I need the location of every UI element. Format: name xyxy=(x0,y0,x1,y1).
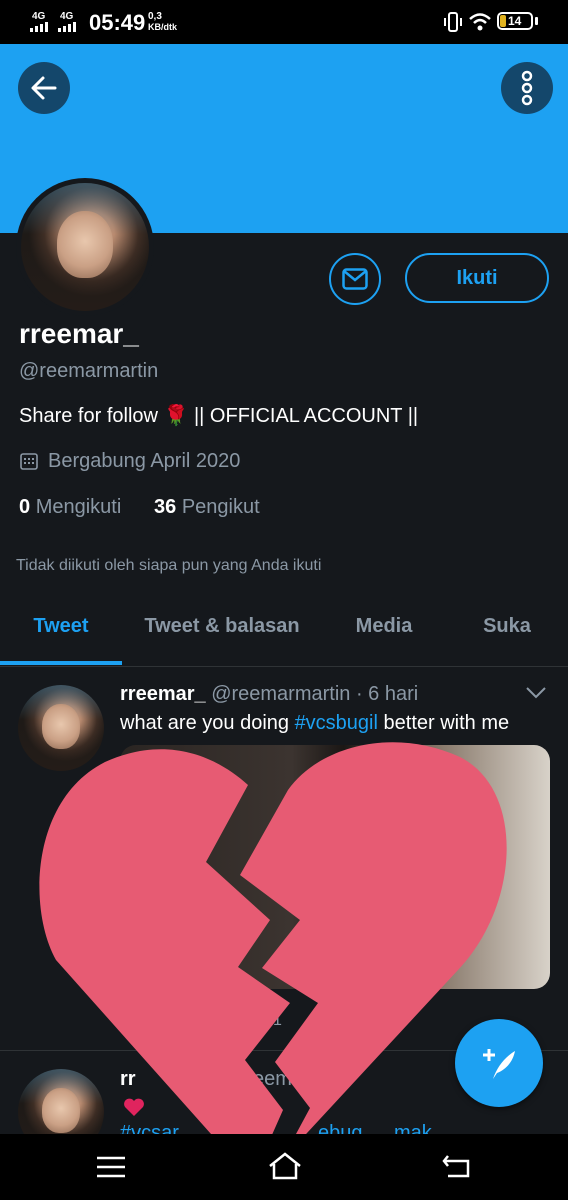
tweet-text-start: what are you doing xyxy=(120,712,295,734)
more-vertical-icon xyxy=(521,70,533,106)
retweet-icon[interactable] xyxy=(245,1014,265,1032)
network-label-2: 4G xyxy=(60,11,74,22)
vibrate-icon xyxy=(444,12,462,32)
followed-by-note: Tidak diikuti oleh siapa pun yang Anda i… xyxy=(16,557,322,574)
tweet-2-handle: @reem xyxy=(226,1068,292,1090)
speed-value: 0,3 xyxy=(148,11,162,22)
arrow-left-icon xyxy=(31,76,57,100)
tweet-author-handle: @reemarmartin xyxy=(211,683,351,705)
profile-avatar-frame[interactable] xyxy=(16,178,154,316)
following-stat[interactable]: 0 Mengikuti xyxy=(19,496,121,519)
profile-bio: Share for follow 🌹 || OFFICIAL ACCOUNT |… xyxy=(19,405,419,427)
battery-level: 14 xyxy=(508,14,522,28)
tweet-2-author-name: rr xyxy=(120,1068,136,1090)
message-button[interactable] xyxy=(329,253,381,305)
tweet-header: rreemar_ @reemarmartin · 6 hari xyxy=(120,683,418,706)
tweet-avatar[interactable] xyxy=(18,685,104,771)
network-label-1: 4G xyxy=(32,11,46,22)
compose-tweet-button[interactable] xyxy=(455,1019,543,1107)
tweet-time: · 6 hari xyxy=(355,683,419,705)
more-options-button[interactable] xyxy=(501,62,553,114)
menu-icon[interactable] xyxy=(96,1156,126,1178)
tab-tweets-replies[interactable]: Tweet & balasan xyxy=(122,615,322,638)
tweet-text: what are you doing #vcsbugil better with… xyxy=(120,712,509,735)
battery-tip xyxy=(535,17,538,25)
back-icon[interactable] xyxy=(442,1154,472,1178)
tweet-text-end: better with me xyxy=(377,712,510,734)
tab-tweet[interactable]: Tweet xyxy=(0,615,122,638)
heart-emoji-icon xyxy=(124,1098,144,1116)
join-date: Bergabung April 2020 xyxy=(48,450,241,472)
followers-count: 36 xyxy=(154,496,177,518)
profile-handle: @reemarmartin xyxy=(19,360,159,382)
clock: 05:49 xyxy=(89,10,146,35)
tweet-hashtag[interactable]: #vcsbugil xyxy=(295,712,378,734)
tweet-media-image[interactable] xyxy=(120,745,550,989)
tweet-author-name: rreemar_ xyxy=(120,683,206,705)
following-label: Mengikuti xyxy=(35,496,122,518)
home-icon[interactable] xyxy=(268,1152,302,1180)
back-button[interactable] xyxy=(18,62,70,114)
chevron-down-icon[interactable] xyxy=(525,686,547,700)
retweet-count: 1 xyxy=(273,1012,282,1029)
wifi-icon xyxy=(469,13,491,31)
following-count: 0 xyxy=(19,496,31,518)
followers-stat[interactable]: 36 Pengikut xyxy=(154,496,260,519)
profile-name: rreemar_ xyxy=(19,318,139,349)
follow-button[interactable]: Ikuti xyxy=(405,253,549,303)
active-tab-indicator xyxy=(0,661,122,665)
signal-icon-2 xyxy=(58,22,76,32)
battery-icon: 14 xyxy=(497,12,533,30)
status-bar: 4G 4G 05:49 0,3 KB/dtk 14 xyxy=(0,0,568,44)
tabs-divider xyxy=(0,666,568,667)
signal-icon xyxy=(30,22,48,32)
tab-media[interactable]: Media xyxy=(322,615,446,638)
calendar-icon xyxy=(20,453,38,470)
system-nav-bar xyxy=(0,1134,568,1200)
speed-unit: KB/dtk xyxy=(148,22,177,32)
avatar xyxy=(21,183,149,311)
mail-icon xyxy=(342,268,368,290)
followers-label: Pengikut xyxy=(181,496,260,518)
compose-feather-icon xyxy=(483,1049,515,1079)
tab-likes[interactable]: Suka xyxy=(446,615,568,638)
